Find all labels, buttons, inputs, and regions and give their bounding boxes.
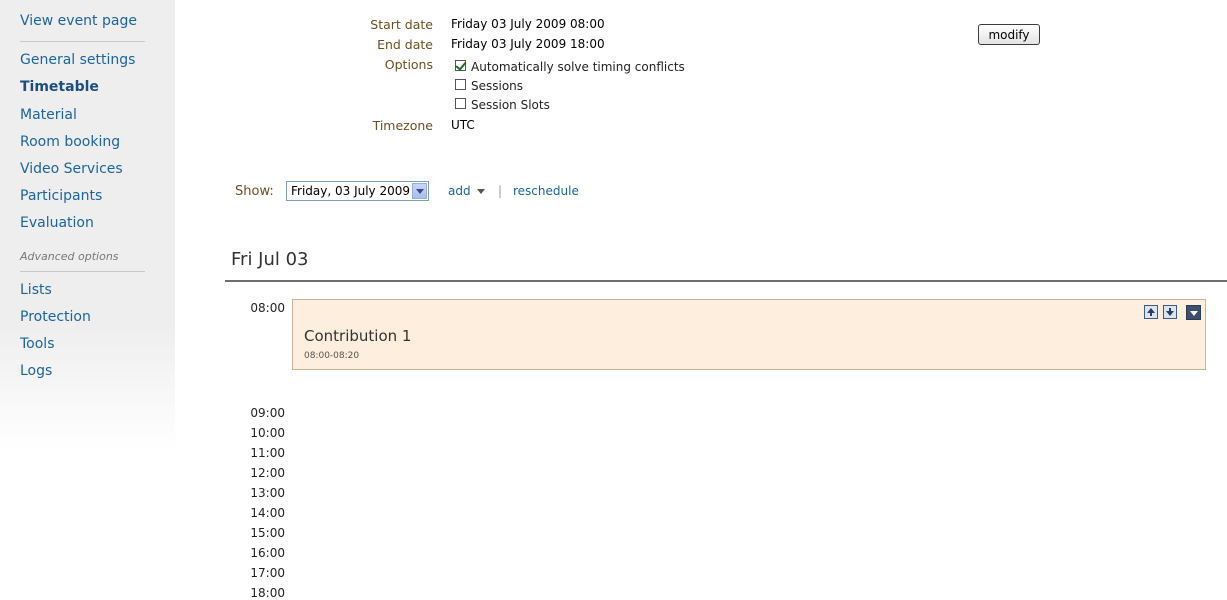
options-label: Options	[384, 57, 433, 72]
start-date-label: Start date	[370, 17, 433, 32]
timezone-label: Timezone	[372, 118, 433, 133]
caret-down-icon[interactable]	[477, 189, 485, 194]
day-select[interactable]: Friday, 03 July 2009	[286, 181, 429, 201]
hour-label: 09:00	[250, 406, 285, 420]
sidebar-item-participants[interactable]: Participants	[20, 188, 102, 204]
sidebar-item-logs[interactable]: Logs	[20, 363, 52, 379]
add-menu-link[interactable]: add	[448, 184, 471, 198]
sidebar-item-general-settings[interactable]: General settings	[20, 52, 135, 68]
chevron-down-icon[interactable]	[412, 183, 427, 199]
contribution-title: Contribution 1	[304, 327, 412, 345]
hour-label: 15:00	[250, 526, 285, 540]
session-slots-label: Session Slots	[471, 98, 550, 112]
sidebar-item-room-booking[interactable]: Room booking	[20, 134, 120, 150]
reschedule-link[interactable]: reschedule	[513, 184, 579, 198]
move-down-icon[interactable]	[1163, 305, 1177, 319]
hour-label: 17:00	[250, 566, 285, 580]
sessions-checkbox[interactable]	[455, 79, 466, 90]
contribution-time: 08:00-08:20	[304, 351, 360, 361]
sidebar-item-evaluation[interactable]: Evaluation	[20, 215, 94, 231]
end-date-value: Friday 03 July 2009 18:00	[451, 37, 605, 51]
contribution-block[interactable]: Contribution 1 08:00-08:20	[292, 299, 1206, 370]
hour-label: 10:00	[250, 426, 285, 440]
hour-label: 08:00	[250, 301, 285, 315]
end-date-label: End date	[377, 37, 433, 52]
hour-label: 18:00	[250, 586, 285, 600]
sidebar-item-lists[interactable]: Lists	[20, 282, 52, 298]
sidebar: View event page General settings Timetab…	[0, 0, 175, 450]
start-date-value: Friday 03 July 2009 08:00	[451, 17, 605, 31]
show-label: Show:	[235, 184, 274, 199]
sidebar-item-protection[interactable]: Protection	[20, 309, 91, 325]
modify-button[interactable]: modify	[978, 24, 1040, 45]
hour-label: 12:00	[250, 466, 285, 480]
timezone-value: UTC	[451, 118, 475, 132]
auto-solve-conflicts-label: Automatically solve timing conflicts	[471, 60, 685, 74]
sidebar-item-view-event-page[interactable]: View event page	[20, 13, 137, 29]
move-up-icon[interactable]	[1144, 305, 1158, 319]
sidebar-item-video-services[interactable]: Video Services	[20, 161, 123, 177]
sidebar-section-advanced-options: Advanced options	[20, 250, 119, 263]
sidebar-item-timetable[interactable]: Timetable	[20, 79, 99, 95]
auto-solve-conflicts-checkbox[interactable]	[455, 60, 466, 71]
sidebar-divider	[20, 271, 145, 272]
day-divider	[225, 280, 1227, 282]
day-title: Fri Jul 03	[231, 249, 309, 270]
sidebar-divider	[20, 41, 145, 42]
hour-label: 16:00	[250, 546, 285, 560]
toolbar-separator: |	[498, 184, 503, 198]
session-slots-checkbox[interactable]	[455, 98, 466, 109]
hour-label: 11:00	[250, 446, 285, 460]
sidebar-item-tools[interactable]: Tools	[20, 336, 55, 352]
sessions-label: Sessions	[471, 79, 524, 93]
hour-label: 13:00	[250, 486, 285, 500]
sidebar-item-material[interactable]: Material	[20, 107, 77, 123]
menu-dropdown-icon[interactable]	[1186, 305, 1201, 320]
day-select-value: Friday, 03 July 2009	[291, 184, 411, 198]
hour-label: 14:00	[250, 506, 285, 520]
